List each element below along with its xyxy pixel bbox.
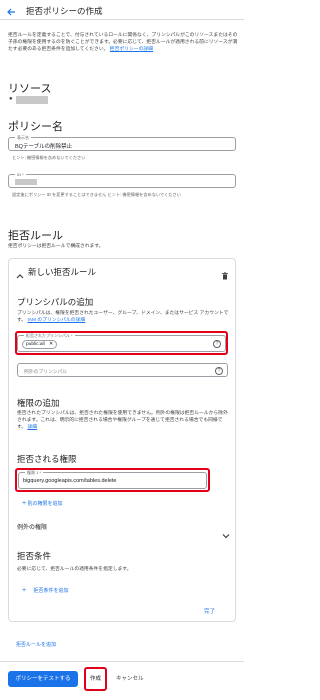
policy-id-value-redacted	[15, 179, 37, 185]
chevron-up-icon[interactable]	[16, 267, 24, 279]
add-condition-label: 拒否条件を追加	[33, 588, 69, 594]
permissions-text: 拒否されたプリンシパルは、拒否された権限を使用できません。例外の権限は拒否ルール…	[17, 410, 231, 431]
arrow-left-icon[interactable]	[6, 4, 16, 16]
policy-id-field[interactable]: ID *	[8, 172, 236, 188]
display-name-hint: ヒント: 機密情報を含めないでください	[12, 155, 86, 160]
display-name-field[interactable]: 表示名 BQテーブルの削除禁止	[8, 135, 236, 151]
deny-rules-description: 拒否ポリシーは拒否ルールで構成されます。	[8, 244, 104, 249]
create-button[interactable]: 作成	[87, 671, 104, 687]
chip-remove-icon[interactable]: ✕	[49, 342, 53, 347]
resource-icon: ●	[9, 96, 13, 102]
denied-permissions-heading: 拒否される権限	[17, 454, 77, 464]
denied-principals-label: 拒否されたプリンシパル *	[24, 333, 75, 339]
deny-rules-heading: 拒否ルール	[8, 230, 63, 242]
cancel-button[interactable]: キャンセル	[116, 671, 144, 687]
permission-field[interactable]: 権限 1 * bigquery.googleapis.com/tables.de…	[18, 470, 207, 489]
display-name-label: 表示名	[15, 135, 31, 141]
plus-icon: +	[22, 587, 27, 594]
done-button[interactable]: 完了	[204, 607, 215, 615]
display-name-value: BQテーブルの削除禁止	[15, 144, 73, 150]
footer-divider	[0, 661, 244, 662]
conditions-heading: 拒否条件	[17, 551, 52, 561]
page-title: 拒否ポリシーの作成	[26, 6, 103, 16]
add-condition-button[interactable]: + 拒否条件を追加	[22, 587, 69, 594]
exception-permissions-heading: 例外の権限	[17, 525, 48, 531]
help-icon[interactable]: ?	[213, 340, 221, 348]
principals-heading: プリンシパルの追加	[17, 297, 94, 307]
exception-principals-field[interactable]: 例外のプリンシパル ?	[17, 363, 228, 377]
principals-text: プリンシパルは、権限を拒否されたユーザー、グループ、ドメイン、またはサービス ア…	[17, 310, 231, 324]
principals-learn-more-link[interactable]: IAM のプリンシパルの詳細	[27, 318, 85, 323]
resource-heading: リソース	[8, 83, 52, 95]
header-bar: 拒否ポリシーの作成	[0, 0, 244, 20]
chevron-down-icon[interactable]	[222, 527, 230, 539]
new-rule-title: 新しい拒否ルール	[28, 267, 97, 277]
test-policy-button[interactable]: ポリシーをテストする	[8, 671, 78, 687]
help-icon[interactable]: ?	[215, 367, 223, 375]
permissions-description: 拒否されたプリンシパルは、拒否された権限を使用できません。例外の権限は拒否ルール…	[17, 411, 228, 430]
principal-chip-value: public:all	[26, 342, 45, 347]
add-deny-rule-link[interactable]: 拒否ルールを追加	[16, 641, 56, 648]
principal-chip: public:all ✕	[22, 340, 58, 349]
intro-learn-more-link[interactable]: 拒否ポリシーの詳細	[110, 47, 153, 52]
permission-value: bigquery.googleapis.com/tables.delete	[23, 478, 117, 484]
policy-name-heading: ポリシー名	[8, 121, 63, 133]
permission-label: 権限 1 *	[25, 470, 44, 476]
add-permission-label: 別の権限を追加	[27, 501, 63, 507]
exception-principals-placeholder: 例外のプリンシパル	[24, 370, 68, 375]
add-permission-button[interactable]: + 別の権限を追加	[22, 500, 63, 507]
trash-icon[interactable]	[221, 267, 229, 280]
plus-icon: +	[22, 500, 27, 507]
resource-value-redacted	[16, 96, 48, 104]
intro-text: 拒否ルールを定義することで、付与されているロールに関係なく、プリンシパルがこのリ…	[8, 32, 238, 53]
permissions-heading: 権限の追加	[17, 398, 60, 408]
permissions-learn-more-link[interactable]: 詳細	[27, 425, 37, 430]
denied-principals-field[interactable]: 拒否されたプリンシパル * public:all ✕ ?	[17, 333, 226, 352]
policy-id-hint: 設定後にポリシー ID を変更することはできません ヒント: 機密情報を含めない…	[12, 192, 181, 197]
policy-id-label: ID *	[15, 172, 26, 178]
conditions-text: 必要に応じて、拒否ルールの適用条件を指定します。	[17, 567, 132, 572]
